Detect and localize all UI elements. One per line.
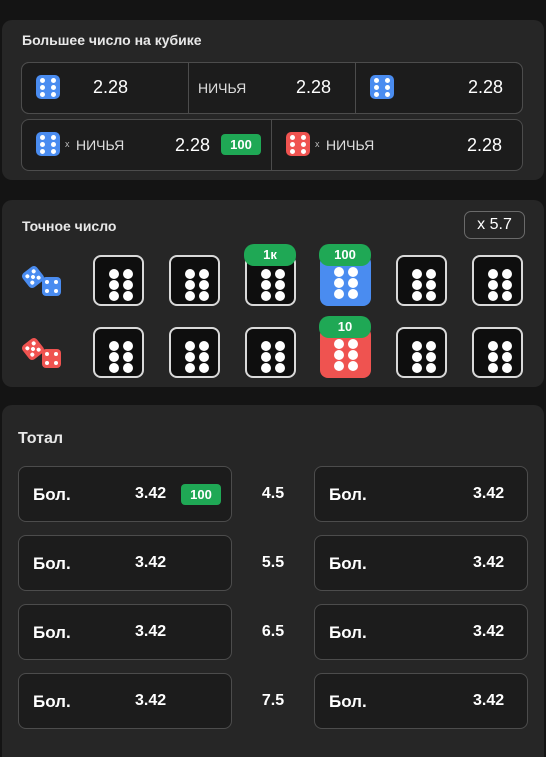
total-over-right-button[interactable]: Бол. 3.42 — [314, 673, 528, 729]
over-label: Бол. — [329, 554, 367, 573]
odds-value: 2.28 — [175, 135, 211, 155]
over-label: Бол. — [33, 485, 71, 504]
odds-value: 3.42 — [135, 554, 167, 571]
higher-number-title: Большее число на кубике — [22, 32, 202, 48]
blue-exact-die-2[interactable] — [169, 255, 220, 306]
blue-exact-die-6[interactable] — [472, 255, 523, 306]
bet-count-badge: 100 — [181, 484, 221, 505]
blue-dice-pair-icon — [22, 265, 61, 296]
over-label: Бол. — [329, 692, 367, 711]
total-over-left-button[interactable]: Бол. 3.42 100 — [18, 466, 232, 522]
odds-value: 2.28 — [468, 77, 504, 97]
multiplier-badge: x 5.7 — [464, 211, 525, 239]
odds-value: 2.28 — [93, 77, 129, 97]
odds-value: 3.42 — [473, 692, 505, 709]
total-over-right-button[interactable]: Бол. 3.42 — [314, 466, 528, 522]
odds-value: 2.28 — [467, 135, 503, 155]
bet-count-badge: 1к — [244, 244, 296, 266]
draw-label: НИЧЬЯ — [198, 80, 247, 96]
red-exact-die-3[interactable] — [245, 327, 296, 378]
over-label: Бол. — [33, 554, 71, 573]
total-title: Тотал — [18, 430, 64, 447]
total-over-left-button[interactable]: Бол. 3.42 — [18, 604, 232, 660]
total-over-right-button[interactable]: Бол. 3.42 — [314, 604, 528, 660]
bet-count-badge: 100 — [221, 134, 261, 155]
red-exact-die-5[interactable] — [396, 327, 447, 378]
odds-value: 3.42 — [135, 692, 167, 709]
over-label: Бол. — [33, 692, 71, 711]
over-label: Бол. — [33, 623, 71, 642]
odds-value: 2.28 — [296, 77, 332, 97]
blue-die-icon — [36, 75, 60, 99]
red-die-icon — [286, 132, 310, 156]
blue-exact-die-1[interactable] — [93, 255, 144, 306]
total-over-right-button[interactable]: Бол. 3.42 — [314, 535, 528, 591]
total-over-left-button[interactable]: Бол. 3.42 — [18, 535, 232, 591]
red-exact-die-1[interactable] — [93, 327, 144, 378]
x-prefix: x — [65, 139, 70, 149]
draw-label: НИЧЬЯ — [76, 137, 125, 153]
odds-value: 3.42 — [473, 623, 505, 640]
total-line-value: 7.5 — [261, 692, 285, 709]
odds-value: 3.42 — [135, 623, 167, 640]
total-line-value: 6.5 — [261, 623, 285, 640]
red-exact-die-6[interactable] — [472, 327, 523, 378]
odds-value: 3.42 — [473, 554, 505, 571]
bet-count-badge: 10 — [319, 316, 371, 338]
bet-count-badge: 100 — [319, 244, 371, 266]
exact-number-title: Точное число — [22, 218, 117, 234]
red-exact-die-2[interactable] — [169, 327, 220, 378]
blue-die-icon — [36, 132, 60, 156]
total-line-value: 4.5 — [261, 485, 285, 502]
total-over-left-button[interactable]: Бол. 3.42 — [18, 673, 232, 729]
x-prefix: x — [315, 139, 320, 149]
odds-value: 3.42 — [473, 485, 505, 502]
blue-die-icon — [370, 75, 394, 99]
blue-exact-die-5[interactable] — [396, 255, 447, 306]
odds-value: 3.42 — [135, 485, 167, 502]
red-dice-pair-icon — [22, 337, 61, 368]
over-label: Бол. — [329, 485, 367, 504]
total-line-value: 5.5 — [261, 554, 285, 571]
draw-label: НИЧЬЯ — [326, 137, 375, 153]
over-label: Бол. — [329, 623, 367, 642]
